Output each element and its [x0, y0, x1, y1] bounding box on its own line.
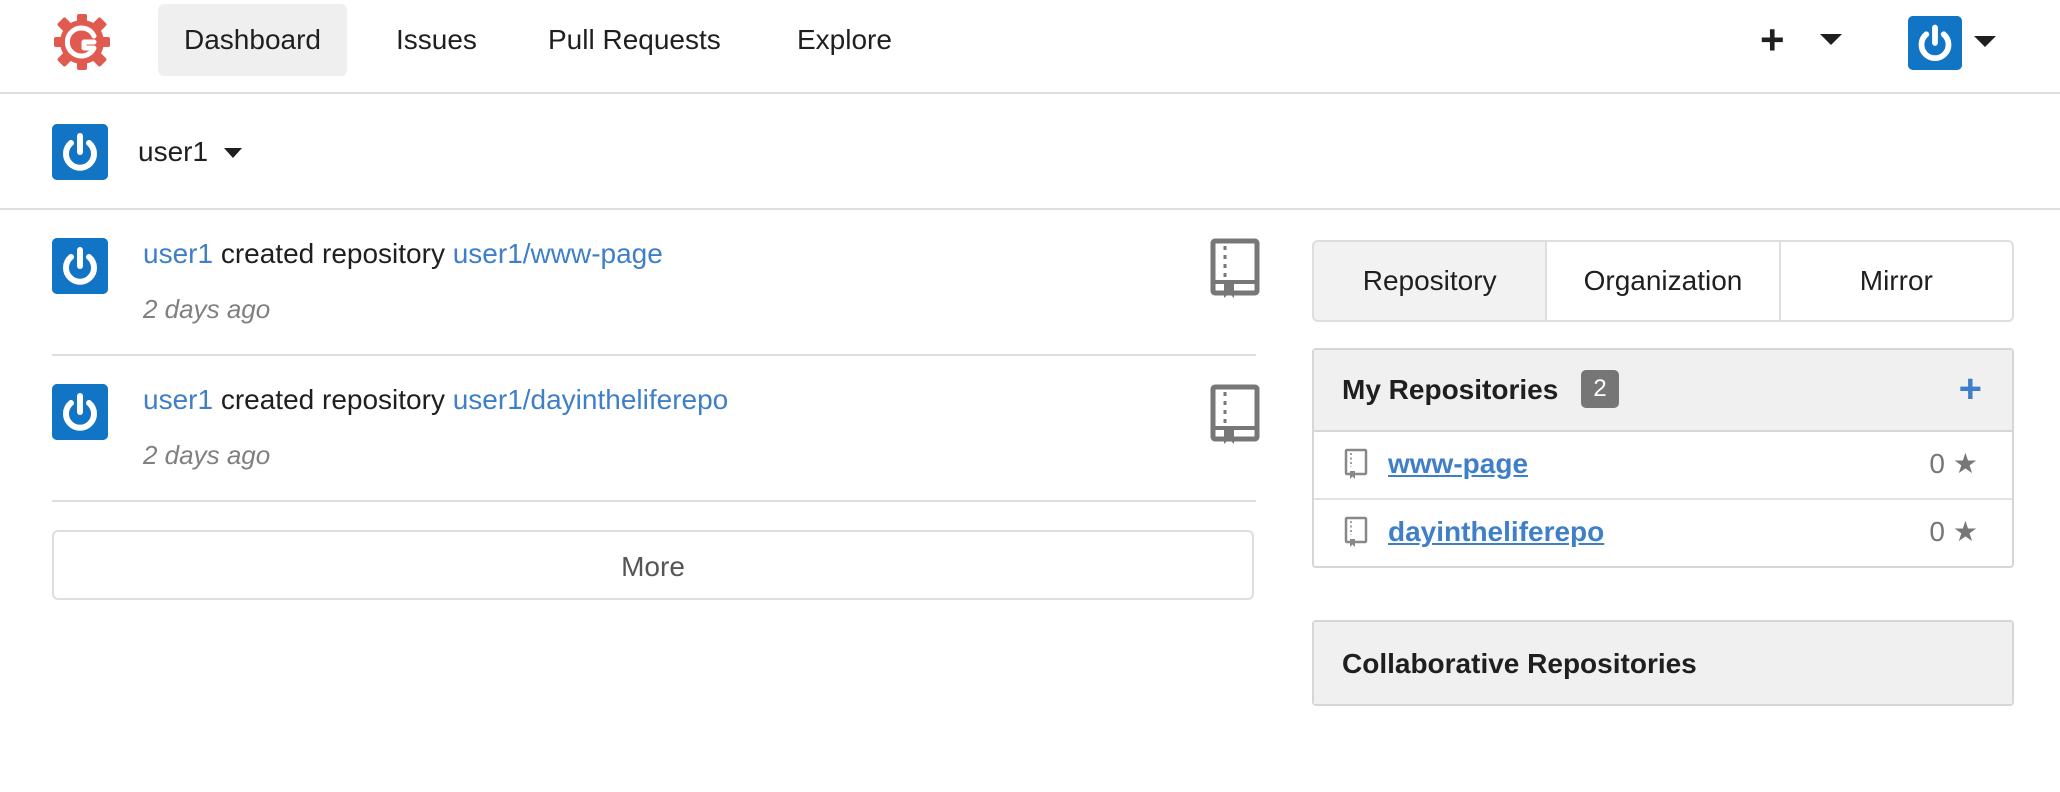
tab-organization[interactable]: Organization: [1547, 242, 1781, 320]
chevron-down-icon: [1820, 34, 1842, 45]
nav-dashboard[interactable]: Dashboard: [158, 4, 347, 76]
feed-text: user1 created repository user1/dayinthel…: [143, 382, 728, 418]
user-avatar-menu[interactable]: [1908, 16, 2000, 72]
panel-header: Collaborative Repositories: [1314, 622, 2012, 704]
context-user-switcher[interactable]: user1: [138, 128, 248, 176]
nav-issues[interactable]: Issues: [370, 4, 503, 76]
avatar[interactable]: [52, 238, 108, 294]
tab-repository[interactable]: Repository: [1314, 242, 1548, 320]
feed-actor-link[interactable]: user1: [143, 384, 213, 415]
plus-icon[interactable]: +: [1959, 362, 1982, 416]
feed-action: created repository: [220, 384, 445, 415]
repo-count-badge: 2: [1581, 370, 1619, 408]
repo-link[interactable]: www-page: [1388, 446, 1528, 482]
chevron-down-icon: [1974, 36, 1996, 47]
repo-list-item[interactable]: www-page 0 ★: [1314, 432, 2012, 500]
tab-mirror[interactable]: Mirror: [1781, 242, 2012, 320]
context-user-bar: user1: [0, 94, 2060, 210]
nav-pull-requests[interactable]: Pull Requests: [522, 4, 747, 76]
feed-timestamp: 2 days ago: [143, 294, 271, 324]
plus-icon: +: [1760, 16, 1785, 63]
star-icon: ★: [1952, 516, 1978, 547]
book-icon: [1210, 238, 1260, 298]
feed-actor-link[interactable]: user1: [143, 238, 213, 269]
nav-explore[interactable]: Explore: [771, 4, 918, 76]
avatar[interactable]: [52, 384, 108, 440]
feed-text: user1 created repository user1/www-page: [143, 236, 663, 272]
feed-item: user1 created repository user1/dayinthel…: [52, 356, 1260, 502]
panel-header: My Repositories 2 +: [1314, 350, 2012, 432]
repo-star-count: 0 ★: [1929, 514, 1978, 550]
repo-link[interactable]: dayintheliferepo: [1388, 514, 1604, 550]
context-user-name: user1: [138, 136, 209, 167]
feed-repo-link[interactable]: user1/dayintheliferepo: [453, 384, 729, 415]
feed-repo-link[interactable]: user1/www-page: [453, 238, 663, 269]
book-icon: [1344, 516, 1368, 547]
avatar: [52, 124, 108, 180]
repo-star-count: 0 ★: [1929, 446, 1978, 482]
avatar: [1908, 16, 1962, 70]
collaborative-repositories-panel: Collaborative Repositories: [1312, 620, 2014, 706]
feed-action: created repository: [220, 238, 445, 269]
book-icon: [1210, 384, 1260, 444]
repo-type-tabs: Repository Organization Mirror: [1312, 240, 2014, 322]
star-count: 0: [1929, 448, 1945, 479]
top-navbar: Dashboard Issues Pull Requests Explore +: [0, 0, 2060, 94]
panel-title: Collaborative Repositories: [1342, 648, 1697, 679]
star-icon: ★: [1952, 448, 1978, 479]
star-count: 0: [1929, 516, 1945, 547]
create-new-menu[interactable]: +: [1760, 14, 1850, 66]
activity-feed: user1 created repository user1/www-page …: [52, 210, 1260, 600]
book-icon: [1344, 448, 1368, 479]
feed-timestamp: 2 days ago: [143, 440, 271, 470]
chevron-down-icon: [224, 148, 242, 158]
more-button[interactable]: More: [52, 530, 1254, 600]
feed-item: user1 created repository user1/www-page …: [52, 210, 1260, 356]
gogs-logo-icon[interactable]: [50, 10, 114, 74]
panel-title: My Repositories: [1342, 374, 1559, 405]
repo-list-item[interactable]: dayintheliferepo 0 ★: [1314, 500, 2012, 566]
my-repositories-panel: My Repositories 2 + www-page 0 ★ dayinthe…: [1312, 348, 2014, 568]
